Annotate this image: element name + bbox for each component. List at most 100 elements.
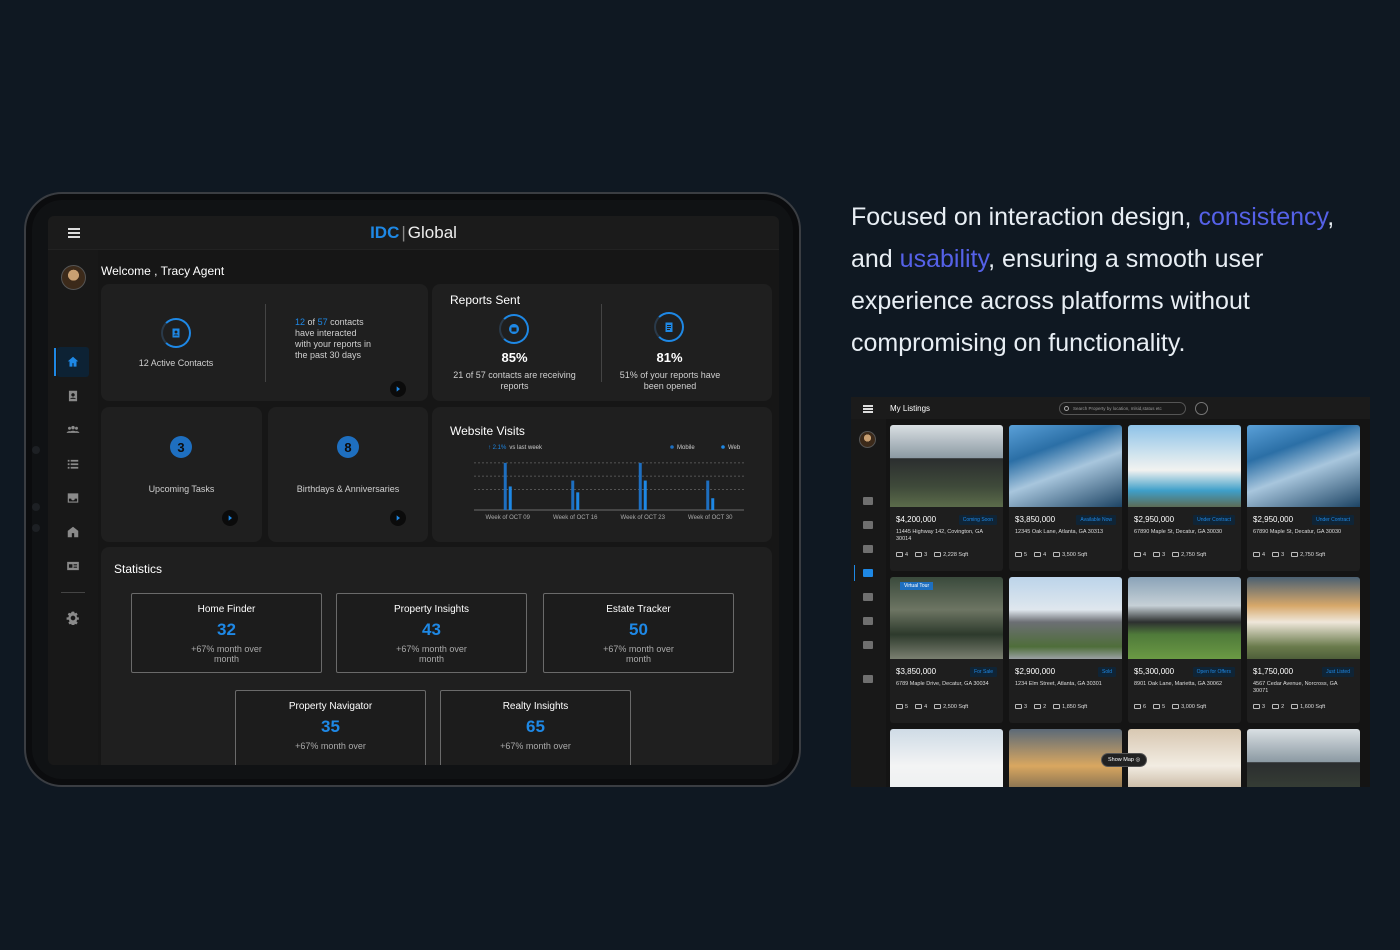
camera-dot (32, 524, 40, 532)
listing-price: $3,850,000 (896, 667, 937, 676)
stat-value: 43 (422, 620, 441, 639)
listing-photo (1009, 425, 1122, 507)
reports-sent-card: Reports Sent 85% 21 of 57 contacts are r… (432, 284, 772, 401)
listing-address: 12345 Oak Lane, Atlanta, GA 30313 (1015, 529, 1104, 535)
stat-estate-tracker[interactable]: Estate Tracker 50 +67% month over month (543, 593, 734, 673)
avatar[interactable] (859, 431, 876, 448)
contacts-icon[interactable] (863, 521, 873, 529)
contacts-card: 12 Active Contacts 12 of 57 contacts hav… (101, 284, 428, 401)
birthdays-card[interactable]: 8 Birthdays & Anniversaries (268, 407, 428, 542)
list-icon[interactable] (863, 569, 873, 577)
stat-desc: +67% month over month (603, 644, 674, 664)
stat-home-finder[interactable]: Home Finder 32 +67% month over month (131, 593, 322, 673)
x-tick-label: Week of OCT 30 (688, 515, 733, 521)
baths-count: 3 (1153, 552, 1165, 558)
virtual-tour-badge[interactable]: Virtual Tour (900, 582, 934, 590)
listing-address: 1234 Elm Street, Atlanta, GA 30301 (1015, 681, 1102, 687)
bath-icon (915, 552, 923, 557)
contacts-icon[interactable] (48, 382, 98, 410)
listing-address: 11445 Highway 142, Covington, GA 30014 (896, 529, 983, 542)
x-tick-label: Week of OCT 23 (621, 515, 666, 521)
listing-status-badge: Just Listed (1322, 667, 1354, 677)
stat-desc: +67% month over month (396, 644, 467, 664)
bed-icon (1015, 704, 1022, 709)
listing-card[interactable] (890, 729, 1003, 787)
listing-card[interactable]: $3,850,000 Available Now 12345 Oak Lane, A… (1009, 425, 1122, 571)
home-icon[interactable] (48, 348, 98, 376)
reports-opened-desc: 51% of your reports have been opened (619, 370, 721, 391)
listing-card[interactable]: $5,300,000 Open for Offers 8901 Oak Lane, … (1128, 577, 1241, 723)
house-icon[interactable] (48, 518, 98, 546)
stat-name: Home Finder (197, 604, 256, 615)
area-icon (1291, 704, 1299, 709)
listing-photo (1128, 425, 1241, 507)
stat-value: 35 (321, 717, 340, 736)
bar-mobile (503, 462, 507, 510)
filter-icon[interactable] (1195, 402, 1208, 415)
stat-realty-insights[interactable]: Realty Insights 65 +67% month over (440, 690, 631, 765)
stat-property-navigator[interactable]: Property Navigator 35 +67% month over (235, 690, 426, 765)
stat-desc: +67% month over month (191, 644, 262, 664)
area-icon (1172, 552, 1180, 557)
inbox-icon[interactable] (863, 593, 873, 601)
menu-icon[interactable] (863, 405, 873, 414)
baths-count: 4 (1034, 552, 1046, 558)
listing-card[interactable]: $2,950,000 Under Contract 67890 Maple St, … (1128, 425, 1241, 571)
listing-price: $2,950,000 (1253, 515, 1294, 524)
upcoming-tasks-card[interactable]: 3 Upcoming Tasks (101, 407, 262, 542)
beds-count: 6 (1134, 704, 1146, 710)
stat-value: 50 (629, 620, 648, 639)
contacts-next-button[interactable] (390, 381, 406, 397)
gear-icon[interactable] (48, 604, 98, 632)
listing-address: 8901 Oak Lane, Marietta, GA 30062 (1134, 681, 1223, 687)
listing-card[interactable]: Virtual Tour $3,850,000 For Sale 6789 Maple… (890, 577, 1003, 723)
listing-card[interactable] (1247, 729, 1360, 787)
listing-card[interactable]: $2,950,000 Under Contract 67890 Maple St, … (1247, 425, 1360, 571)
listing-status-badge: Under Contract (1312, 515, 1354, 525)
avatar[interactable] (61, 265, 86, 290)
bath-icon (1272, 704, 1280, 709)
groups-icon[interactable] (863, 545, 873, 553)
listing-photo (1247, 425, 1360, 507)
listing-card[interactable]: $4,200,000 Coming Soon 11445 Highway 142, … (890, 425, 1003, 571)
gear-icon[interactable] (863, 675, 873, 683)
website-visits-card: Website Visits ↑ 2.1% vs last week Mobile… (432, 407, 772, 542)
listing-price: $2,950,000 (1134, 515, 1175, 524)
list-icon[interactable] (48, 450, 98, 478)
groups-icon[interactable] (48, 416, 98, 444)
listing-meta: 3 2 1,600 Sqft (1253, 704, 1332, 710)
inbox-icon[interactable] (48, 484, 98, 512)
tasks-next-button[interactable] (222, 510, 238, 526)
listings-search-input[interactable]: Search Property by location, mlsid,statu… (1059, 402, 1186, 415)
listing-meta: 6 5 3,000 Sqft (1134, 704, 1213, 710)
bath-icon (1034, 704, 1042, 709)
id-card-icon[interactable] (48, 552, 98, 580)
contacts-icon (172, 328, 180, 338)
listing-price: $1,750,000 (1253, 667, 1294, 676)
show-map-button[interactable]: Show Map ◎ (1101, 753, 1148, 767)
stat-desc: +67% month over (295, 741, 366, 751)
listing-card[interactable]: $1,750,000 Just Listed 4567 Cedar Avenue, … (1247, 577, 1360, 723)
bed-icon (896, 704, 903, 709)
listing-photo (1247, 729, 1360, 787)
reports-opened-value: 81% (656, 350, 683, 365)
area-icon (1172, 704, 1180, 709)
listing-status-badge: For Sale (970, 667, 997, 677)
listing-photo (1128, 577, 1241, 659)
tasks-count: 3 (170, 436, 192, 458)
bed-icon (896, 552, 903, 557)
stat-name: Property Navigator (288, 701, 373, 712)
area-icon (1053, 552, 1061, 557)
beds-count: 3 (1253, 704, 1265, 710)
stat-property-insights[interactable]: Property Insights 43 +67% month over mon… (336, 593, 527, 673)
visits-chart: ↑ 2.1% vs last week Mobile Web Week of OC… (474, 445, 744, 521)
birthdays-next-button[interactable] (390, 510, 406, 526)
listing-meta: 3 2 1,850 Sqft (1015, 704, 1094, 710)
listing-card[interactable]: $2,900,000 Sold 1234 Elm Street, Atlanta, … (1009, 577, 1122, 723)
home-icon[interactable] (863, 497, 873, 505)
x-tick-label: Week of OCT 09 (486, 515, 531, 521)
house-icon[interactable] (863, 617, 873, 625)
id-card-icon[interactable] (863, 641, 873, 649)
listing-meta: 5 4 2,500 Sqft (896, 704, 975, 710)
bed-icon (1134, 704, 1141, 709)
